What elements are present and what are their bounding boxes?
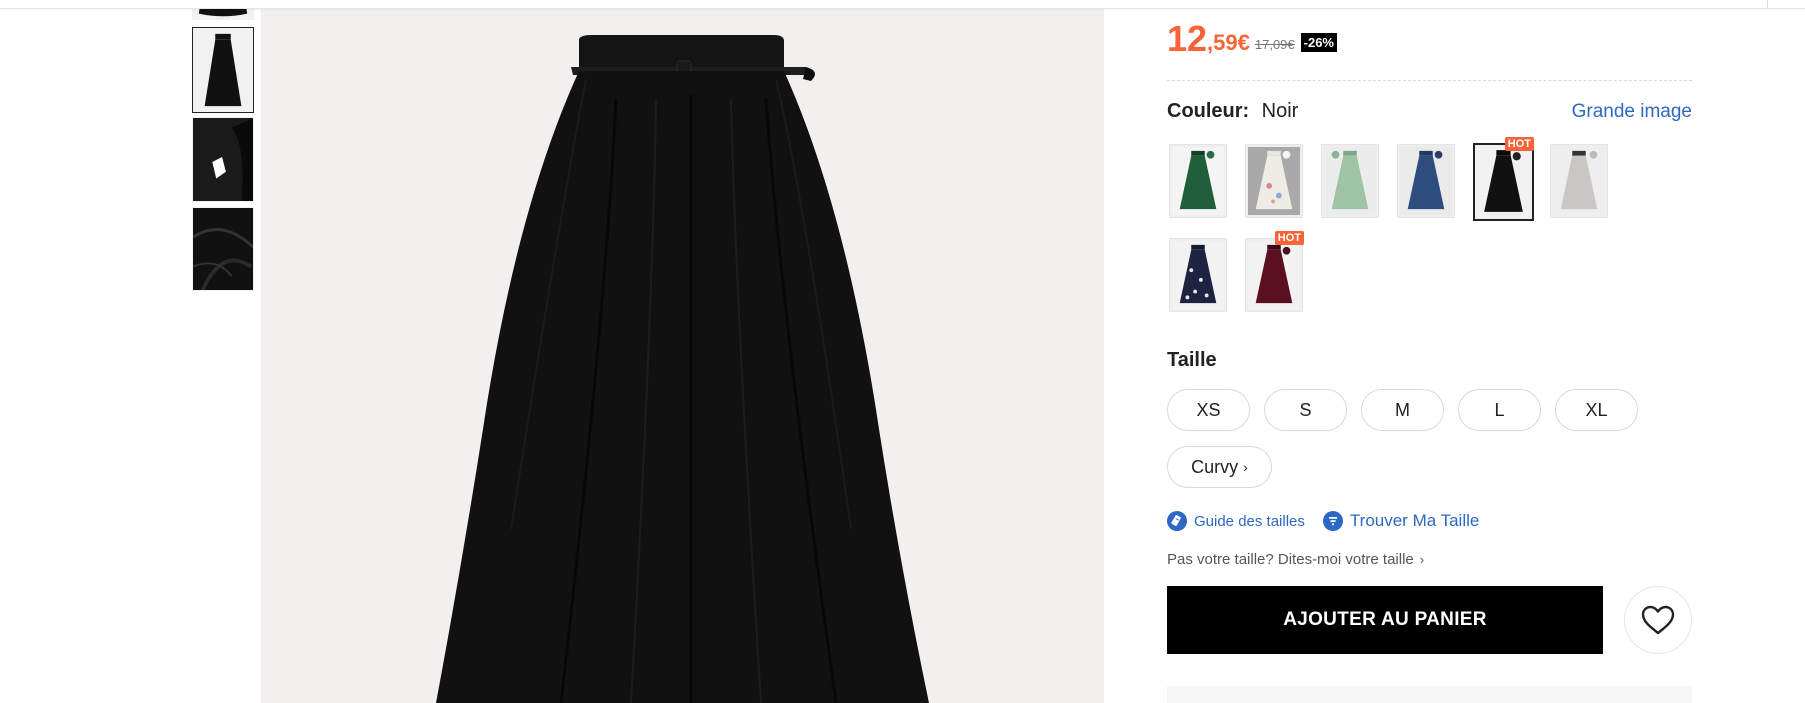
skirt-thumbnail-denim-blue	[1400, 147, 1452, 215]
skirt-thumbnail-sage-green	[1324, 147, 1376, 215]
size-guide-link[interactable]: Guide des tailles	[1167, 511, 1305, 531]
size-curvy-button[interactable]: Curvy ›	[1167, 446, 1272, 488]
size-xs-button[interactable]: XS	[1167, 389, 1250, 431]
swatch-floral-white[interactable]	[1245, 144, 1303, 218]
skirt-thumbnail-navy-floral	[1172, 241, 1224, 309]
black-maxi-skirt-image	[261, 9, 1104, 703]
color-value: Noir	[1261, 100, 1299, 122]
header-divider	[1767, 0, 1768, 8]
ask-size-label: Pas votre taille? Dites-moi votre taille	[1167, 551, 1414, 568]
big-image-link[interactable]: Grande image	[1572, 101, 1692, 123]
thumbnail-3[interactable]	[192, 117, 254, 202]
swatch-burgundy[interactable]: HOT	[1245, 231, 1304, 312]
skirt-thumbnail-light-grey	[1553, 147, 1605, 215]
skirt-thumbnail-black	[1476, 146, 1531, 218]
skirt-thumbnail-burgundy	[1248, 241, 1300, 309]
discount-badge: -26%	[1300, 33, 1337, 52]
size-l-button[interactable]: L	[1458, 389, 1541, 431]
thumbnail-4[interactable]	[192, 207, 254, 291]
main-product-image[interactable]	[261, 9, 1104, 703]
thumbnail-2[interactable]	[192, 27, 254, 113]
swatch-light-grey[interactable]	[1550, 144, 1608, 218]
divider	[1167, 80, 1692, 81]
hot-badge: HOT	[1274, 231, 1304, 245]
size-guide-row: Guide des tailles Trouver Ma Taille	[1167, 510, 1479, 532]
heart-icon	[1641, 605, 1675, 635]
sale-price-decimal: ,59€	[1207, 30, 1250, 55]
color-header: Couleur: Noir Grande image	[1167, 100, 1692, 124]
size-s-button[interactable]: S	[1264, 389, 1347, 431]
color-label: Couleur:	[1167, 100, 1250, 122]
skirt-thumbnail-floral-white	[1248, 147, 1300, 215]
original-price: 17,09€	[1254, 37, 1295, 52]
swatch-denim-blue[interactable]	[1397, 144, 1455, 218]
curvy-label: Curvy	[1191, 456, 1239, 477]
wishlist-button[interactable]	[1624, 586, 1692, 654]
swatch-sage-green[interactable]	[1321, 144, 1379, 218]
hot-badge: HOT	[1504, 137, 1534, 151]
info-box	[1167, 686, 1692, 703]
ask-size-link[interactable]: Pas votre taille? Dites-moi votre taille…	[1167, 551, 1424, 568]
chevron-right-icon: ›	[1243, 459, 1248, 475]
product-info-panel: 12 ,59€ 17,09€ -26% Couleur: Noir Grande…	[1167, 0, 1692, 703]
find-my-size-label: Trouver Ma Taille	[1349, 511, 1480, 530]
size-xl-button[interactable]: XL	[1555, 389, 1638, 431]
size-title: Taille	[1167, 349, 1217, 371]
skirt-thumbnail-green	[1172, 147, 1224, 215]
top-header-bar	[0, 0, 1805, 9]
filter-icon	[1322, 511, 1343, 531]
find-my-size-link[interactable]: Trouver Ma Taille	[1322, 511, 1480, 531]
ruler-icon	[1167, 511, 1187, 531]
size-guide-label: Guide des tailles	[1194, 512, 1305, 530]
swatch-navy-floral[interactable]	[1169, 238, 1227, 312]
chevron-right-icon: ›	[1419, 552, 1425, 567]
sale-price-integer: 12	[1167, 18, 1208, 59]
add-to-cart-button[interactable]: AJOUTER AU PANIER	[1167, 586, 1603, 654]
price-row: 12 ,59€ 17,09€ -26%	[1167, 18, 1337, 58]
swatch-black[interactable]: HOT	[1473, 137, 1534, 221]
swatch-green[interactable]	[1169, 144, 1227, 218]
size-m-button[interactable]: M	[1361, 389, 1444, 431]
